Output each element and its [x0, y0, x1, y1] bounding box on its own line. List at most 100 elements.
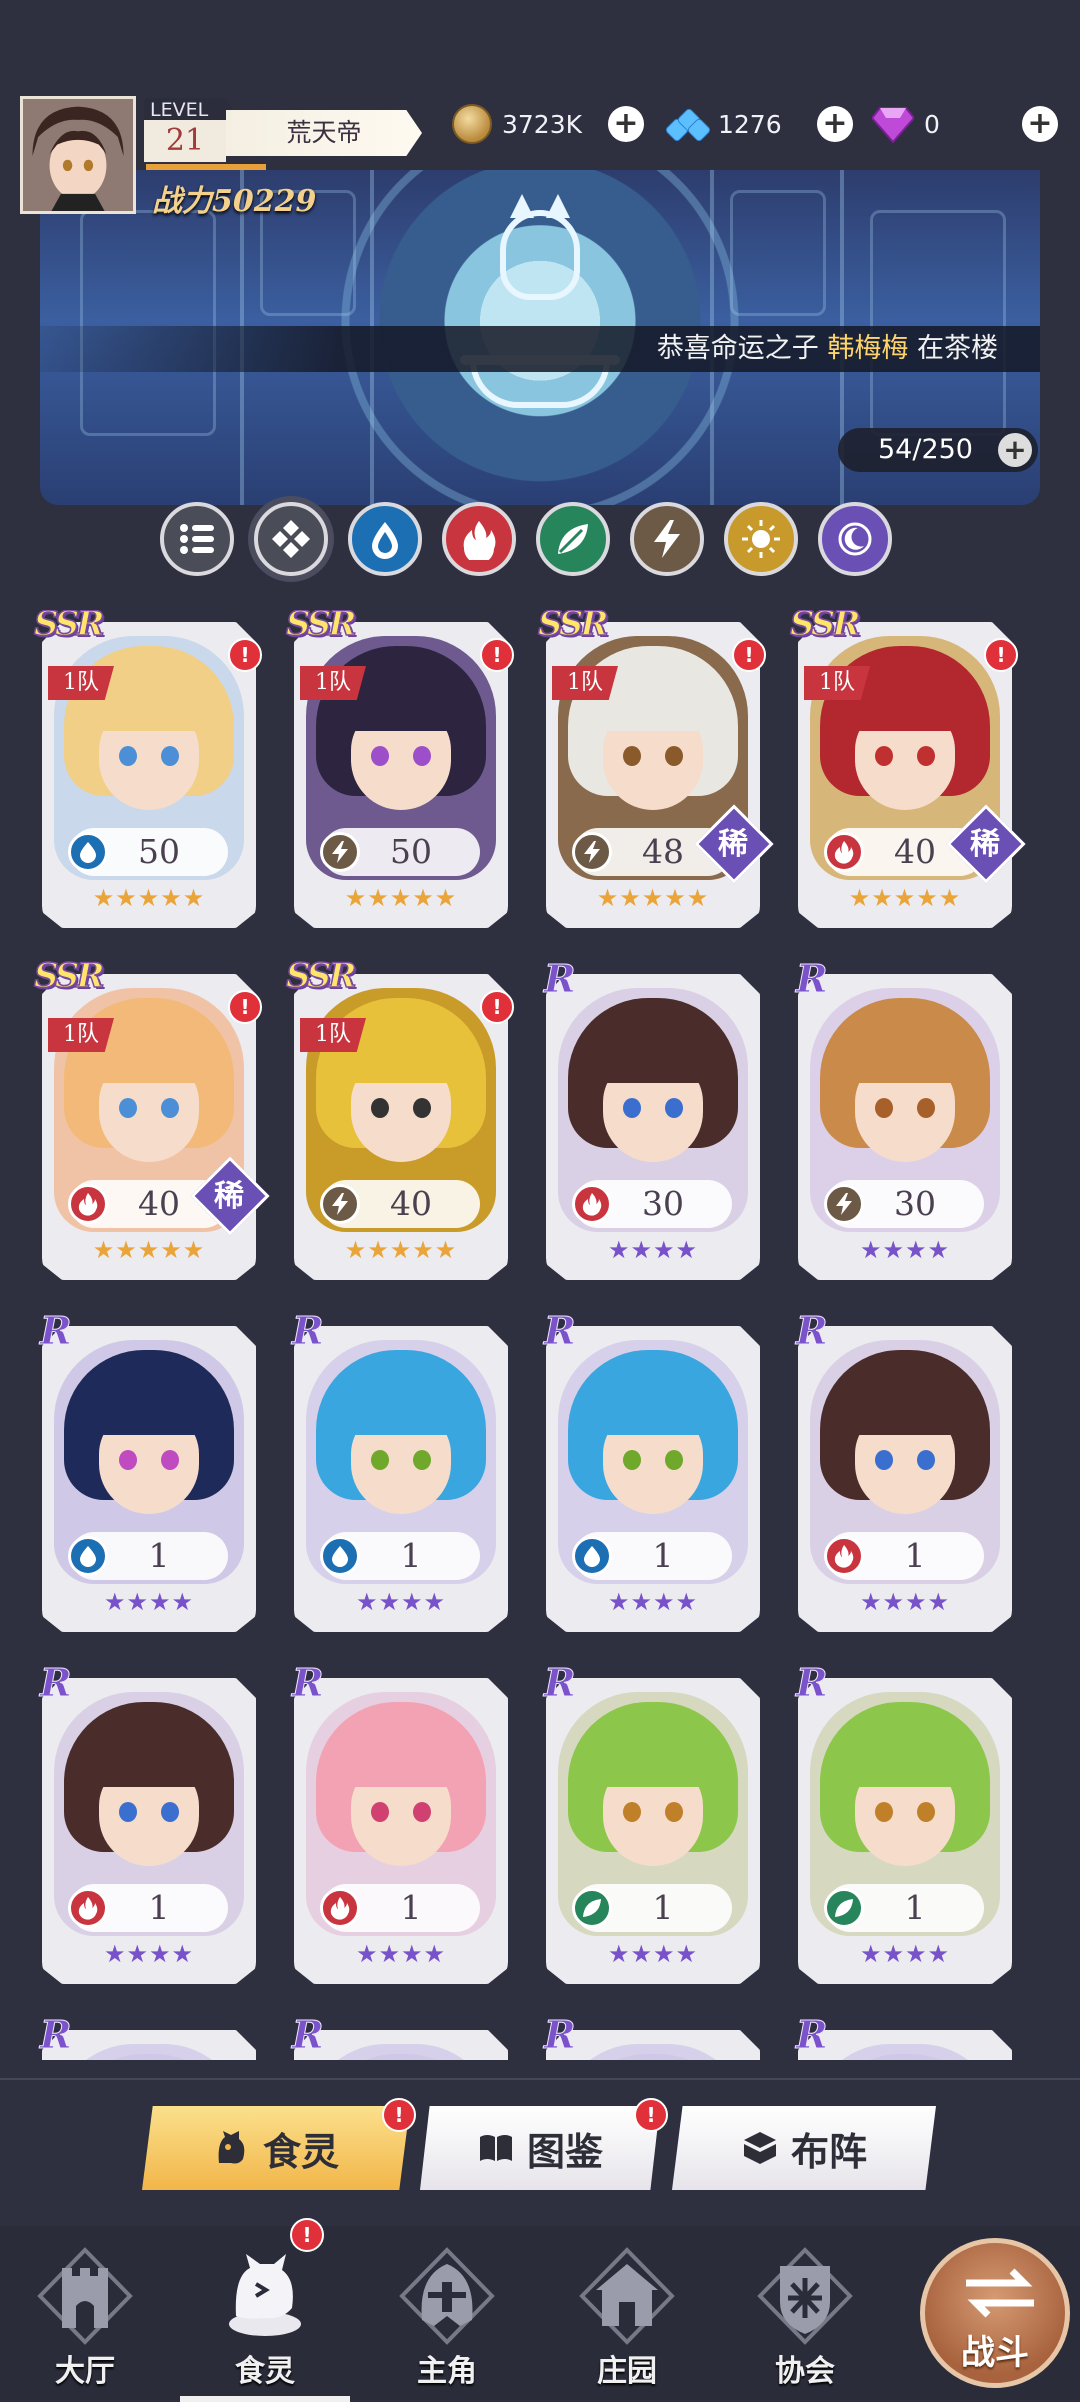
card-level: 30: [642, 1184, 684, 1223]
filter-leaf[interactable]: [536, 502, 610, 576]
star-rating: ★★★★★: [344, 884, 458, 912]
codex-tab-alert-badge: !: [634, 2098, 668, 2132]
food-soul-card[interactable]: R 1 ★★★★: [788, 1308, 1014, 1636]
guild-shield-icon: [757, 2247, 853, 2345]
rare-badge-label: 稀: [970, 827, 1000, 862]
rarity-label: R: [40, 2012, 73, 2058]
announcement-marquee: 恭喜命运之子 韩梅梅 在茶楼: [40, 326, 1040, 372]
sun-icon: [742, 520, 780, 558]
leaf-icon: [558, 524, 588, 554]
leaf-icon: [572, 1888, 612, 1928]
battle-button[interactable]: 战斗: [920, 2238, 1070, 2388]
filter-diamond[interactable]: [254, 502, 328, 576]
list-icon: [180, 524, 214, 554]
food-soul-card[interactable]: R 1 ★★★★: [284, 1308, 510, 1636]
filter-sun[interactable]: [724, 502, 798, 576]
lightning-icon: [572, 832, 612, 872]
house-icon: [579, 2247, 675, 2345]
star-rating: ★★★★: [607, 1236, 699, 1264]
alert-badge: !: [984, 638, 1018, 672]
food-soul-card[interactable]: R 1 ★★★★: [788, 1660, 1014, 1988]
food-soul-card[interactable]: R: [284, 2012, 510, 2060]
tab-food-soul[interactable]: 食灵: [142, 2106, 410, 2190]
tab-formation[interactable]: 布阵: [672, 2106, 936, 2190]
food-soul-card[interactable]: SSR 1队! 50 ★★★★★: [32, 610, 262, 932]
filter-lightning[interactable]: [630, 502, 704, 576]
filter-all[interactable]: [160, 502, 234, 576]
food-soul-card[interactable]: SSR 1队! 40 稀 ★★★★★: [788, 610, 1026, 932]
food-soul-card[interactable]: SSR 1队! 48 稀 ★★★★★: [536, 610, 774, 932]
star-rating: ★★★★: [103, 1940, 195, 1968]
rarity-label: R: [544, 2012, 577, 2058]
character-portrait: [54, 2044, 244, 2060]
rarity-label: SSR: [789, 610, 861, 645]
add-crystal-button[interactable]: +: [817, 106, 853, 142]
fire-icon: [68, 1184, 108, 1224]
add-diamond-button[interactable]: +: [1022, 106, 1058, 142]
cat-emblem-icon: [500, 194, 580, 300]
star-rating: ★★★★: [607, 1940, 699, 1968]
rarity-label: SSR: [285, 610, 357, 645]
food-soul-card[interactable]: R 1 ★★★★: [536, 1660, 762, 1988]
rarity-label: R: [796, 1308, 829, 1354]
alert-badge: !: [228, 638, 262, 672]
nav-food-soul[interactable]: 食灵: [180, 2246, 350, 2402]
alert-badge: !: [480, 638, 514, 672]
rarity-label: R: [292, 1308, 325, 1354]
rarity-label: R: [796, 1660, 829, 1706]
star-rating: ★★★★: [355, 1940, 447, 1968]
rarity-label: SSR: [537, 610, 609, 645]
purple-diamond-icon: [872, 107, 914, 144]
food-soul-card[interactable]: R: [32, 2012, 258, 2060]
fire-icon: [320, 1888, 360, 1928]
nav-lobby[interactable]: 大厅: [10, 2246, 160, 2396]
food-soul-card[interactable]: R 1 ★★★★: [32, 1660, 258, 1988]
expand-capacity-button[interactable]: +: [998, 433, 1032, 467]
food-soul-card[interactable]: R 1 ★★★★: [32, 1308, 258, 1636]
card-level: 1: [652, 1536, 674, 1575]
character-portrait: [810, 2044, 1000, 2060]
water-icon: [572, 1536, 612, 1576]
nav-protagonist[interactable]: 主角: [372, 2246, 522, 2396]
rarity-label: R: [544, 956, 577, 1002]
rarity-label: R: [292, 2012, 325, 2058]
food-soul-card[interactable]: R 30 ★★★★: [788, 956, 1014, 1284]
nav-guild[interactable]: 协会: [730, 2246, 880, 2396]
team-tag: 1队: [48, 666, 114, 700]
player-avatar[interactable]: [20, 96, 136, 214]
alert-badge: !: [732, 638, 766, 672]
food-soul-card[interactable]: SSR 1队! 50 ★★★★★: [284, 610, 514, 932]
water-icon: [68, 832, 108, 872]
lightning-icon: [320, 1184, 360, 1224]
star-rating: ★★★★: [355, 1588, 447, 1616]
water-icon: [320, 1536, 360, 1576]
food-soul-card[interactable]: SSR 1队! 40 稀 ★★★★★: [32, 955, 270, 1284]
nav-manor[interactable]: 庄园: [552, 2246, 702, 2396]
swap-arrows-icon: [966, 2268, 1034, 2318]
star-rating: ★★★★★: [92, 1236, 206, 1264]
gold-coin-icon: [452, 104, 492, 144]
lightning-icon: [654, 520, 680, 558]
food-soul-card[interactable]: R 1 ★★★★: [536, 1308, 762, 1636]
fire-icon: [824, 1536, 864, 1576]
food-soul-card[interactable]: R: [536, 2012, 762, 2060]
player-name[interactable]: 荒天帝: [226, 110, 422, 156]
rarity-label: R: [40, 1308, 73, 1354]
add-gold-button[interactable]: +: [608, 106, 644, 142]
food-soul-card[interactable]: SSR 1队! 40 ★★★★★: [284, 955, 514, 1284]
food-soul-tab-alert-badge: !: [382, 2098, 416, 2132]
food-soul-card[interactable]: R 30 ★★★★: [536, 956, 762, 1284]
filter-fire[interactable]: [442, 502, 516, 576]
blue-crystal-icon: [664, 107, 712, 143]
food-soul-card[interactable]: R: [788, 2012, 1014, 2060]
filter-water[interactable]: [348, 502, 422, 576]
card-level: 50: [138, 832, 180, 871]
cat-spirit-icon: [229, 2254, 301, 2336]
exp-bar: [146, 164, 266, 170]
card-level: 1: [652, 1888, 674, 1927]
rarity-label: R: [292, 1660, 325, 1706]
filter-moon[interactable]: [818, 502, 892, 576]
star-rating: ★★★★: [859, 1940, 951, 1968]
food-soul-card[interactable]: R 1 ★★★★: [284, 1660, 510, 1988]
tab-codex[interactable]: 图鉴: [420, 2106, 660, 2190]
